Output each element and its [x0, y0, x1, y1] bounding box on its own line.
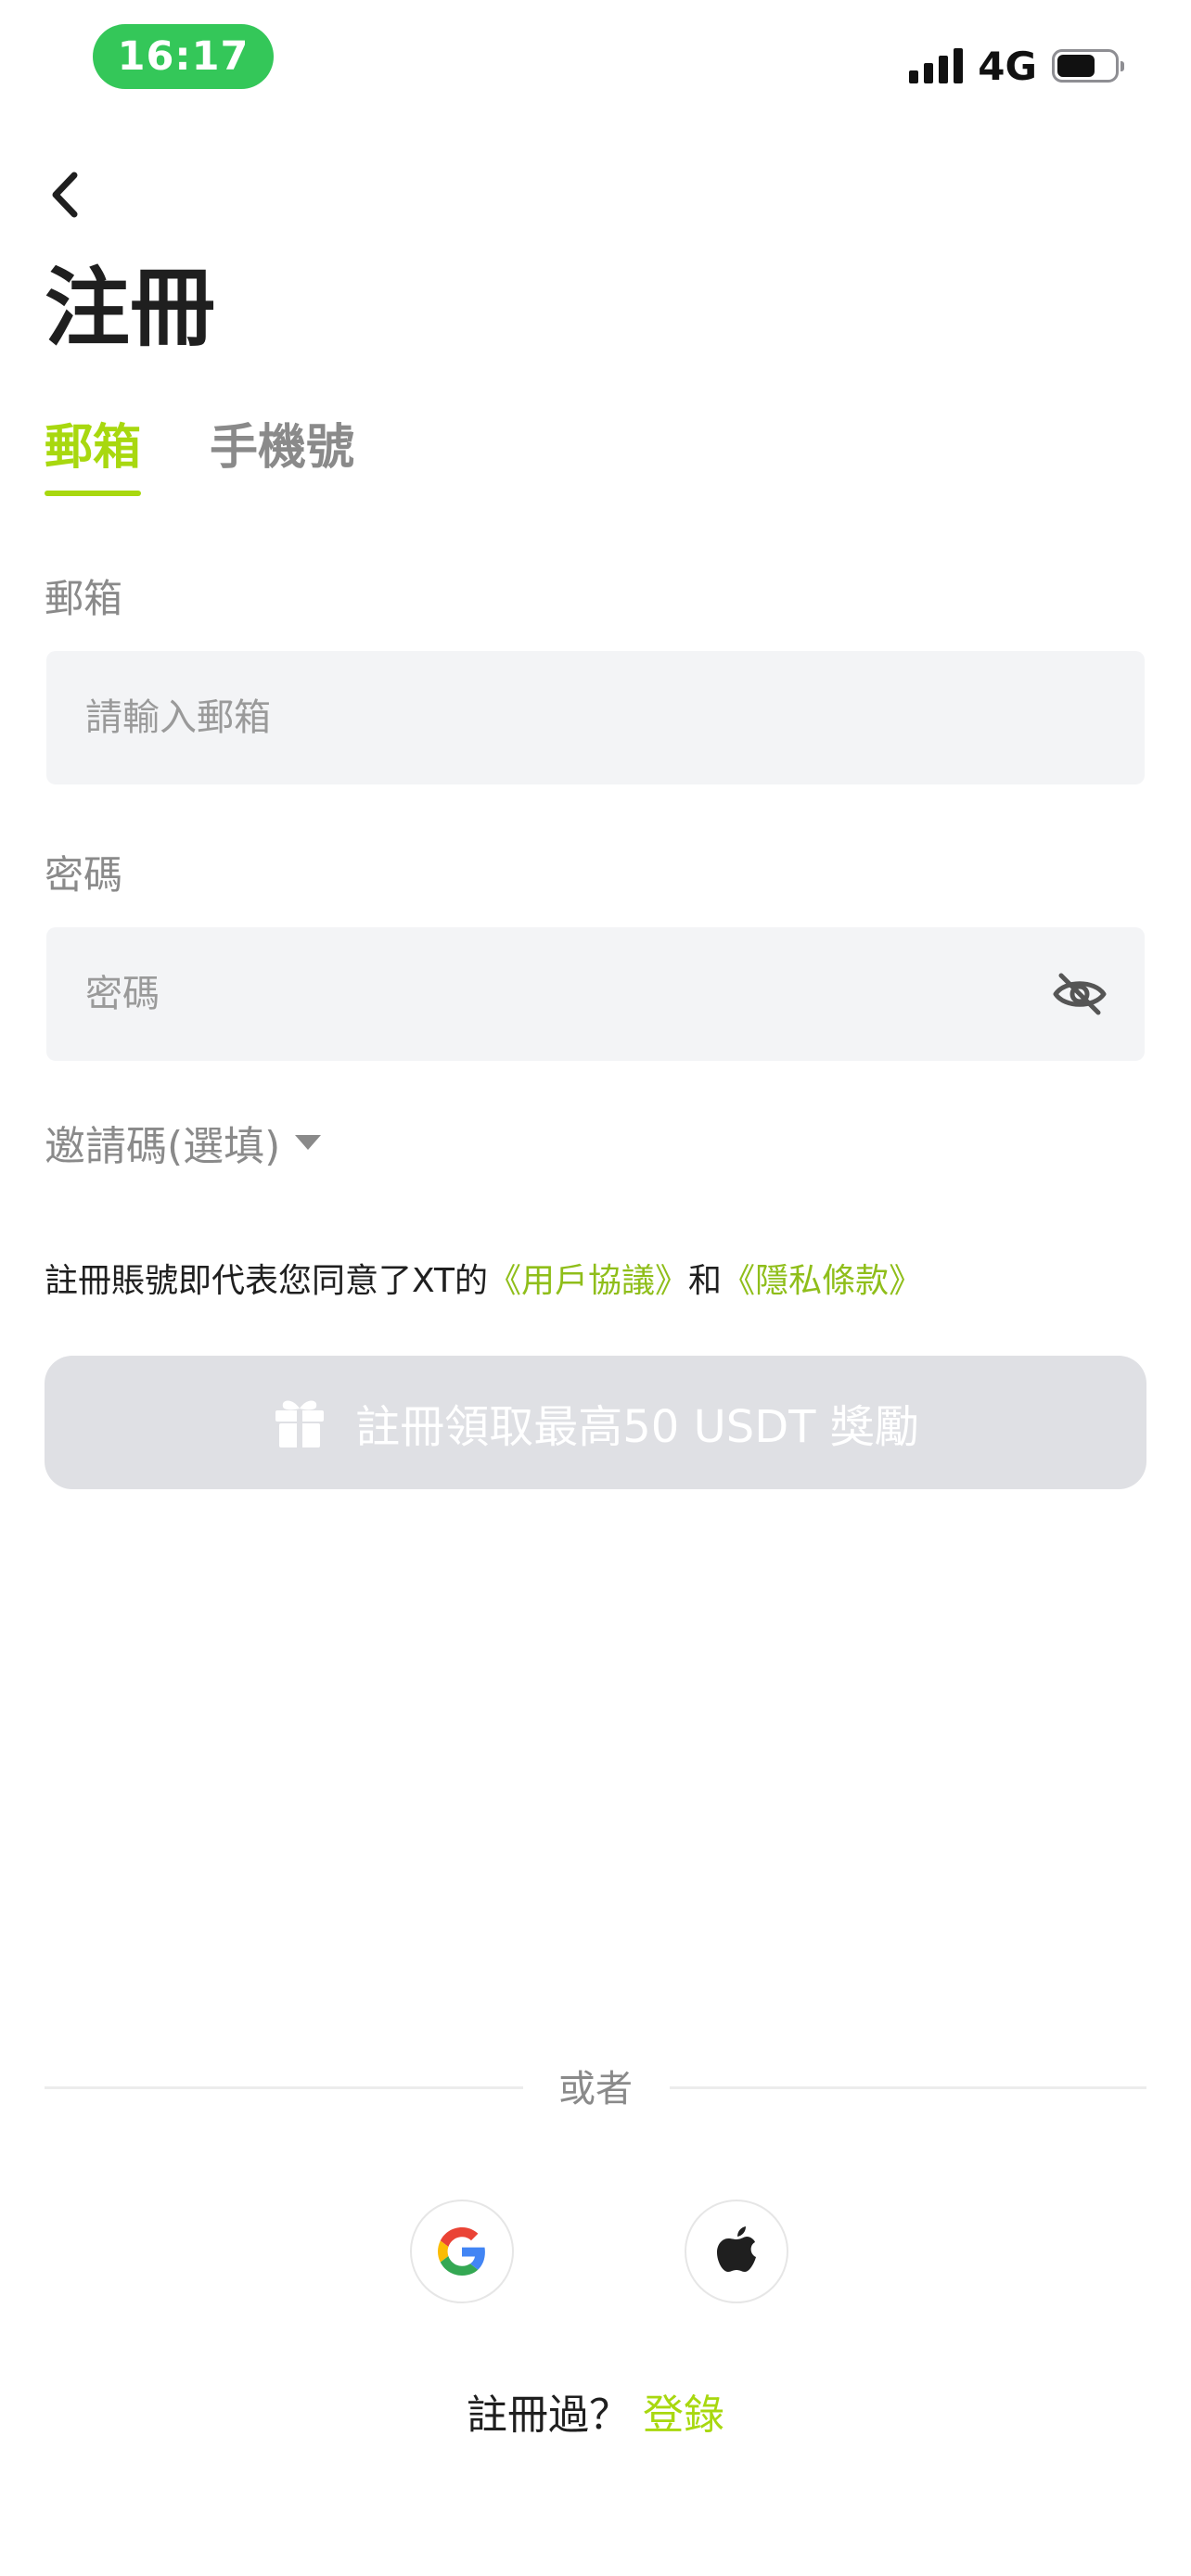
login-prompt-text: 註冊過？: [467, 2391, 630, 2439]
agreement-prefix: 註冊賬號即代表您同意了XT的: [45, 1262, 489, 1300]
login-prompt: 註冊過？ 登錄: [0, 2381, 1191, 2441]
invite-code-label: 邀請碼(選填): [45, 1123, 281, 1170]
password-field-box: [46, 926, 1145, 1062]
page-title: 注冊: [45, 259, 216, 358]
network-label: 4G: [978, 43, 1037, 89]
login-link[interactable]: 登錄: [643, 2381, 724, 2441]
register-method-tabs: 郵箱 手機號: [45, 408, 354, 496]
email-field-box: [46, 650, 1145, 785]
apple-icon: [717, 2226, 756, 2272]
status-indicators: 4G: [909, 43, 1124, 89]
email-label: 郵箱: [45, 576, 123, 621]
chevron-left-icon: [52, 172, 78, 218]
privacy-policy-link[interactable]: 《隱私條款》: [722, 1262, 922, 1300]
agreement-conjunction: 和: [688, 1262, 723, 1300]
register-button[interactable]: 註冊領取最高50 USDT 獎勵: [45, 1356, 1146, 1489]
battery-icon: [1052, 49, 1124, 83]
email-input[interactable]: [83, 650, 1108, 785]
gift-icon: [272, 1395, 327, 1450]
register-button-label: 註冊領取最高50 USDT 獎勵: [355, 1401, 919, 1453]
eye-off-icon: [1053, 973, 1107, 1015]
battery-level: [1057, 55, 1095, 77]
password-visibility-toggle[interactable]: [1052, 966, 1108, 1022]
divider-label: 或者: [558, 2068, 633, 2111]
tab-phone[interactable]: 手機號: [210, 408, 354, 496]
back-button[interactable]: [37, 167, 93, 223]
status-time: 16:17: [93, 24, 274, 89]
invite-code-toggle[interactable]: 邀請碼(選填): [45, 1113, 322, 1172]
register-screen: 16:17 4G 注冊 郵箱 手機號 郵箱 密碼: [0, 0, 1191, 2576]
google-login-button[interactable]: [410, 2200, 514, 2303]
user-agreement-link[interactable]: 《用戶協議》: [488, 1262, 688, 1300]
password-input[interactable]: [83, 926, 1052, 1062]
caret-down-icon: [295, 1135, 322, 1150]
agreement-text: 註冊賬號即代表您同意了XT的《用戶協議》和《隱私條款》: [45, 1254, 922, 1302]
apple-login-button[interactable]: [685, 2200, 788, 2303]
password-label: 密碼: [45, 852, 123, 898]
google-icon: [438, 2227, 485, 2276]
signal-icon: [909, 48, 964, 83]
tab-email[interactable]: 郵箱: [45, 408, 142, 496]
